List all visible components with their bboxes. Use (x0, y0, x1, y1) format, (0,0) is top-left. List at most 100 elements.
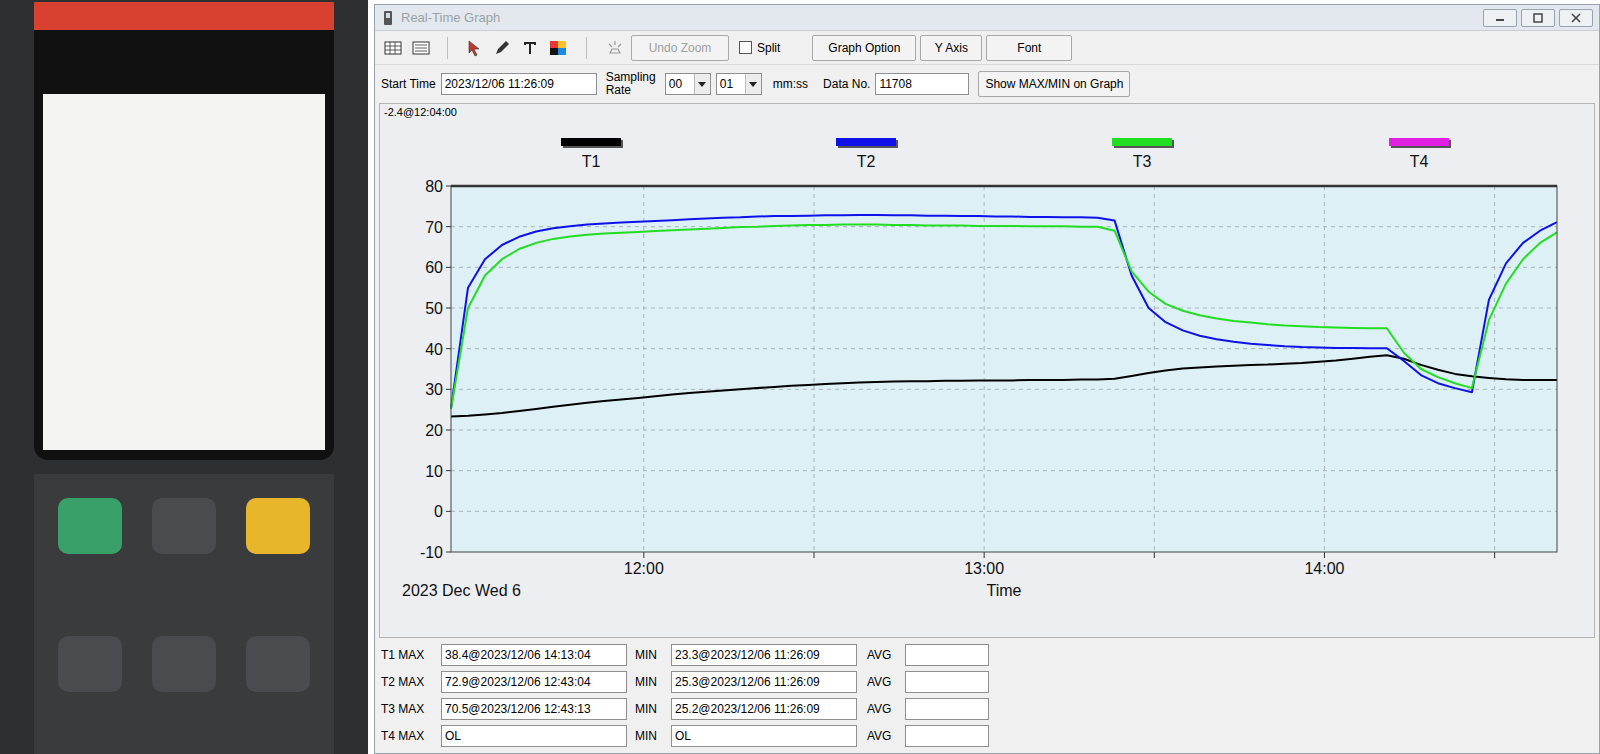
color-icon (549, 39, 567, 57)
y-tick: 30 (425, 381, 443, 398)
settings-row: Start Time 2023/12/06 11:26:09 SamplingRat… (375, 65, 1599, 103)
sampling-label: SamplingRate (606, 71, 656, 97)
title-bar: Real-Time Graph (375, 5, 1599, 31)
close-button[interactable] (1559, 9, 1593, 27)
series-line (451, 355, 1557, 416)
avg-label: AVG (861, 727, 901, 745)
avg-label: AVG (861, 673, 901, 691)
maximize-button[interactable] (1521, 9, 1555, 27)
grid-view-icon (384, 39, 402, 57)
avg-field[interactable] (905, 698, 989, 720)
list-view-icon (412, 39, 430, 57)
toolbar-button[interactable]: Font (986, 35, 1072, 61)
grid-view-tool[interactable] (381, 36, 405, 60)
minmax-key (58, 636, 122, 692)
toolbar-button[interactable]: Graph Option (812, 35, 916, 61)
cursor-readout: -2.4@12:04:00 (380, 104, 1594, 120)
avg-field[interactable] (905, 644, 989, 666)
start-time-field[interactable]: 2023/12/06 11:26:09 (441, 73, 597, 95)
min-field[interactable]: 25.3@2023/12/06 11:26:09 (671, 671, 857, 693)
pointer-icon (465, 39, 483, 57)
split-checkbox[interactable]: Split (739, 39, 780, 57)
x-tick: 12:00 (624, 560, 664, 577)
toolbar-button[interactable]: Undo Zoom (631, 35, 729, 61)
dropdown-arrow-icon (698, 82, 706, 87)
chart-panel: -2.4@12:04:00T1T2T3T480706050403020100-1… (379, 103, 1595, 638)
pointer-tool[interactable] (462, 36, 486, 60)
legend-item: T3 (1112, 138, 1174, 170)
min-label: MIN (631, 700, 667, 718)
close-icon (1570, 13, 1582, 23)
hold-key (152, 498, 216, 554)
stats-label: T1 MAX (381, 646, 437, 664)
maximize-icon (1532, 13, 1544, 23)
light-key (246, 498, 310, 554)
list-view-tool[interactable] (409, 36, 433, 60)
text-tool[interactable] (518, 36, 542, 60)
device-photo (0, 0, 368, 754)
lcd-bezel (34, 30, 334, 460)
max-field[interactable]: 38.4@2023/12/06 14:13:04 (441, 644, 627, 666)
chart-date: 2023 Dec Wed 6 (402, 582, 521, 599)
y-tick: 20 (425, 422, 443, 439)
keypad (34, 474, 334, 754)
graph-window: Real-Time Graph Undo Zoom Split Graph Optio… (374, 4, 1600, 754)
highlight-tool[interactable] (603, 36, 627, 60)
channel-strip (34, 2, 334, 30)
svg-text:T2: T2 (857, 153, 876, 170)
checkbox-box (739, 41, 752, 54)
legend-item: T2 (836, 138, 898, 170)
dropdown-arrow-icon (749, 82, 757, 87)
avg-field[interactable] (905, 671, 989, 693)
x-tick: 14:00 (1304, 560, 1344, 577)
show-maxmin-button[interactable]: Show MAX/MIN on Graph (978, 71, 1130, 97)
window-title: Real-Time Graph (401, 8, 500, 28)
y-tick: 0 (434, 503, 443, 520)
toolbar: Undo Zoom Split Graph OptionY AxisFont (375, 31, 1599, 65)
series-line (451, 215, 1557, 409)
start-time-label: Start Time (381, 75, 436, 93)
y-tick: 70 (425, 219, 443, 236)
plot-area (451, 186, 1557, 552)
legend-item: T4 (1389, 138, 1451, 170)
sampling-unit: mm:ss (773, 75, 808, 93)
stats-row: T2 MAX72.9@2023/12/06 12:43:04MIN25.3@20… (381, 671, 1593, 693)
temperature-chart[interactable]: T1T2T3T480706050403020100-1012:0013:0014… (380, 120, 1596, 602)
min-label: MIN (631, 646, 667, 664)
data-no-field[interactable]: 11708 (875, 73, 969, 95)
max-field[interactable]: 70.5@2023/12/06 12:43:13 (441, 698, 627, 720)
min-label: MIN (631, 727, 667, 745)
text-icon (521, 39, 539, 57)
series-line (451, 225, 1557, 409)
separator (447, 37, 448, 59)
highlight-icon (606, 39, 624, 57)
y-tick: 10 (425, 463, 443, 480)
min-field[interactable]: OL (671, 725, 857, 747)
minimize-icon (1494, 13, 1506, 23)
sampling-minutes-select[interactable]: 00 (665, 73, 711, 95)
svg-text:T4: T4 (1410, 153, 1429, 170)
minimize-button[interactable] (1483, 9, 1517, 27)
min-label: MIN (631, 673, 667, 691)
color-tool[interactable] (546, 36, 570, 60)
sampling-seconds-select[interactable]: 01 (716, 73, 762, 95)
toolbar-button[interactable]: Y Axis (920, 35, 982, 61)
stats-row: T3 MAX70.5@2023/12/06 12:43:13MIN25.2@20… (381, 698, 1593, 720)
max-field[interactable]: 72.9@2023/12/06 12:43:04 (441, 671, 627, 693)
avg-field[interactable] (905, 725, 989, 747)
avg-label: AVG (861, 700, 901, 718)
power-key (58, 498, 122, 554)
min-field[interactable]: 23.3@2023/12/06 11:26:09 (671, 644, 857, 666)
data-no-label: Data No. (823, 75, 870, 93)
stats-table: T1 MAX38.4@2023/12/06 14:13:04MIN23.3@20… (375, 638, 1599, 753)
max-field[interactable]: OL (441, 725, 627, 747)
min-field[interactable]: 25.2@2023/12/06 11:26:09 (671, 698, 857, 720)
stats-label: T4 MAX (381, 727, 437, 745)
y-tick: 60 (425, 259, 443, 276)
y-tick: 80 (425, 178, 443, 195)
legend-item: T1 (561, 138, 623, 170)
separator (586, 37, 587, 59)
stats-label: T3 MAX (381, 700, 437, 718)
pen-tool[interactable] (490, 36, 514, 60)
stats-row: T1 MAX38.4@2023/12/06 14:13:04MIN23.3@20… (381, 644, 1593, 666)
